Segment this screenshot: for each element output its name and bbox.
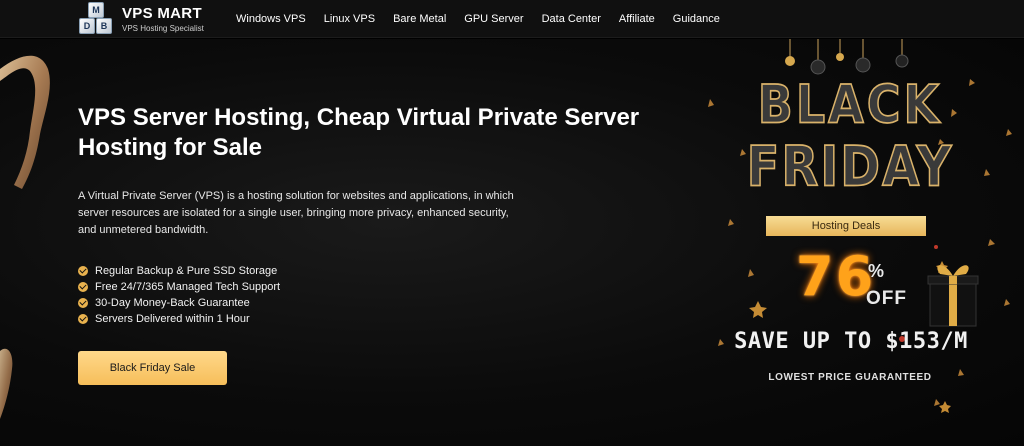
logo-cube-m: M — [88, 2, 104, 18]
nav-gpu-server[interactable]: GPU Server — [464, 13, 523, 25]
feature-item: 30-Day Money-Back Guarantee — [78, 295, 280, 311]
feature-label: 30-Day Money-Back Guarantee — [95, 297, 250, 309]
gold-ribbon-decoration — [0, 55, 50, 419]
feature-item: Regular Backup & Pure SSD Storage — [78, 263, 280, 279]
feature-label: Servers Delivered within 1 Hour — [95, 313, 250, 325]
feature-label: Free 24/7/365 Managed Tech Support — [95, 281, 281, 293]
nav-guidance[interactable]: Guidance — [673, 13, 720, 25]
main-menu: Windows VPS Linux VPS Bare Metal GPU Ser… — [236, 0, 738, 38]
logo[interactable]: M D B VPS MART VPS Hosting Specialist — [76, 1, 226, 37]
percent-sign: % — [868, 261, 885, 281]
brand-tagline: VPS Hosting Specialist — [122, 24, 204, 33]
logo-cube-b: B — [96, 18, 112, 34]
nav-windows-vps[interactable]: Windows VPS — [236, 13, 306, 25]
brand-name: VPS MART — [122, 5, 202, 22]
feature-item: Servers Delivered within 1 Hour — [78, 311, 280, 327]
feature-item: Free 24/7/365 Managed Tech Support — [78, 279, 280, 295]
check-circle-icon — [78, 266, 88, 276]
hero-headline: VPS Server Hosting, Cheap Virtual Privat… — [78, 104, 640, 161]
hosting-deals-badge: Hosting Deals — [766, 216, 926, 236]
hero-banner: VPS Server Hosting, Cheap Virtual Privat… — [0, 39, 1024, 446]
nav-bare-metal[interactable]: Bare Metal — [393, 13, 446, 25]
promo-black-text: BLACK — [757, 72, 943, 136]
check-circle-icon — [78, 282, 88, 292]
nav-linux-vps[interactable]: Linux VPS — [324, 13, 375, 25]
nav-data-center[interactable]: Data Center — [542, 13, 601, 25]
top-navbar: M D B VPS MART VPS Hosting Specialist Wi… — [0, 0, 1024, 38]
feature-list: Regular Backup & Pure SSD Storage Free 2… — [78, 263, 280, 327]
black-friday-promo[interactable]: BLACK FRIDAY Hosting Deals 76 % OFF SAVE… — [690, 39, 1024, 446]
logo-cubes-icon: M D B — [76, 1, 118, 37]
check-circle-icon — [78, 314, 88, 324]
hero-description: A Virtual Private Server (VPS) is a host… — [78, 190, 514, 236]
discount-off-label: OFF — [866, 288, 907, 309]
discount-percent: 76 — [796, 245, 876, 308]
check-circle-icon — [78, 298, 88, 308]
nav-affiliate[interactable]: Affiliate — [619, 13, 655, 25]
gift-box-icon — [927, 265, 979, 327]
black-friday-sale-button[interactable]: Black Friday Sale — [78, 351, 227, 385]
feature-label: Regular Backup & Pure SSD Storage — [95, 265, 278, 277]
save-up-to-text: SAVE UP TO $153/M — [734, 329, 968, 354]
lowest-price-guaranteed-text: LOWEST PRICE GUARANTEED — [768, 372, 932, 383]
logo-cube-d: D — [79, 18, 95, 34]
promo-friday-text: FRIDAY — [746, 134, 954, 200]
